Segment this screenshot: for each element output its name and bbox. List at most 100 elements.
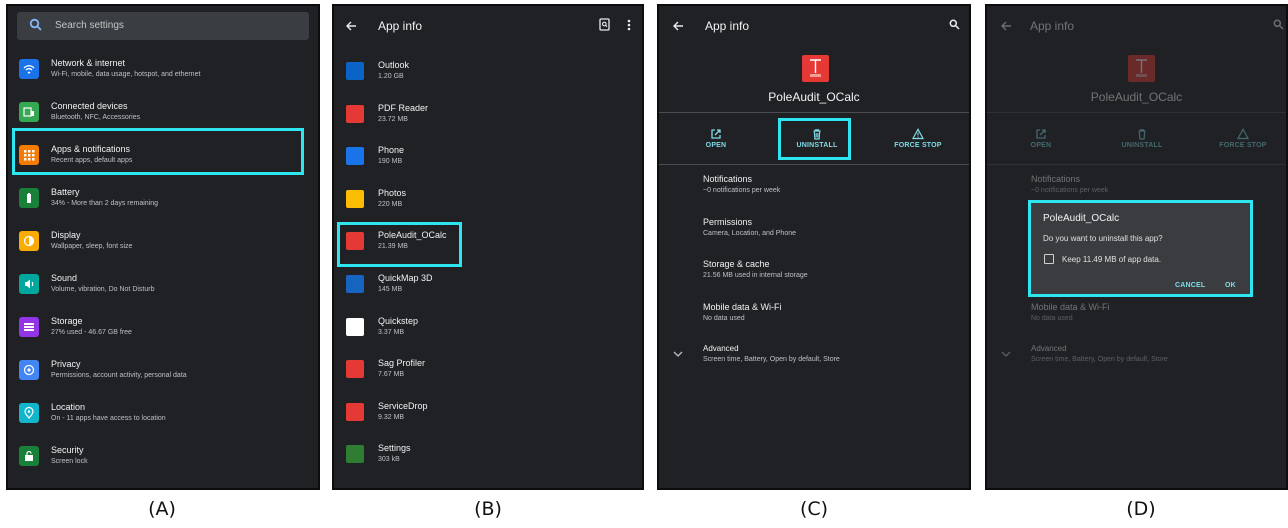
keep-data-checkbox[interactable] bbox=[1044, 254, 1054, 264]
devices-icon bbox=[19, 102, 39, 122]
search-settings-bar[interactable]: Search settings bbox=[17, 12, 309, 40]
settings-screen: Search settings Network & internet Wi-Fi,… bbox=[6, 4, 320, 490]
app-size: 9.32 MB bbox=[378, 413, 405, 421]
more-options-icon[interactable] bbox=[627, 19, 631, 31]
accounts-icon bbox=[19, 489, 39, 490]
caption-a: (A) bbox=[148, 498, 176, 520]
caption-c: (C) bbox=[799, 498, 829, 520]
app-name: Photos bbox=[378, 187, 407, 198]
display-icon bbox=[19, 231, 39, 251]
location-icon bbox=[19, 403, 39, 423]
warning-icon bbox=[1237, 128, 1249, 140]
settings-item-title: Privacy bbox=[51, 359, 81, 369]
settings-item-subtitle: 27% used - 46.67 GB free bbox=[51, 329, 132, 336]
app-name: Settings bbox=[378, 443, 411, 454]
settings-item-subtitle: Wi-Fi, mobile, data usage, hotspot, and … bbox=[51, 71, 201, 78]
storage-cache-item[interactable]: Storage & cache 21.56 MB used in internal… bbox=[703, 259, 808, 279]
app-item-quickstep[interactable]: Quickstep 3.37 MB bbox=[334, 306, 642, 348]
open-icon bbox=[1036, 129, 1046, 139]
keep-data-label[interactable]: Keep 11.49 MB of app data. bbox=[1062, 255, 1161, 264]
app-icon bbox=[346, 189, 364, 208]
app-name: Phone bbox=[378, 145, 405, 156]
settings-item-sound[interactable]: Sound Volume, vibration, Do Not Disturb bbox=[8, 265, 318, 307]
settings-item-battery[interactable]: Battery 34% - More than 2 days remaining bbox=[8, 179, 318, 221]
apps-notifications-highlight bbox=[12, 128, 304, 175]
settings-item-privacy[interactable]: Privacy Permissions, account activity, pe… bbox=[8, 351, 318, 393]
chevron-down-icon[interactable] bbox=[673, 351, 683, 357]
app-item-sag-profiler[interactable]: Sag Profiler 7.67 MB bbox=[334, 348, 642, 390]
poleaudit-app-icon bbox=[802, 55, 829, 82]
privacy-icon bbox=[19, 360, 39, 380]
back-arrow-icon[interactable] bbox=[672, 20, 684, 32]
app-icon bbox=[346, 104, 364, 123]
settings-item-storage[interactable]: Storage 27% used - 46.67 GB free bbox=[8, 308, 318, 350]
dialog-title: PoleAudit_OCalc bbox=[1043, 213, 1120, 224]
advanced-item[interactable]: Advanced Screen time, Battery, Open by de… bbox=[703, 344, 840, 363]
search-apps-icon[interactable] bbox=[599, 18, 610, 31]
app-icon bbox=[346, 275, 364, 293]
permissions-item[interactable]: Permissions Camera, Location, and Phone bbox=[703, 217, 796, 237]
app-item-photos[interactable]: Photos 220 MB bbox=[334, 178, 642, 220]
settings-item-title: Display bbox=[51, 230, 81, 240]
settings-item-title: Connected devices bbox=[51, 101, 128, 111]
app-list-screen: App info Outlook 1.20 GB PDF Reader 23.72 M… bbox=[332, 4, 644, 490]
app-item-quickmap-3d[interactable]: QuickMap 3D 145 MB bbox=[334, 263, 642, 305]
settings-item-accounts[interactable]: Accounts bbox=[8, 480, 318, 490]
app-item-outlook[interactable]: Outlook 1.20 GB bbox=[334, 50, 642, 92]
app-icon bbox=[346, 147, 364, 166]
open-icon bbox=[711, 129, 721, 139]
chevron-down-icon bbox=[1001, 351, 1011, 357]
app-name: Outlook bbox=[378, 60, 410, 70]
screen-title: App info bbox=[378, 19, 423, 33]
notifications-item[interactable]: Notifications ~0 notifications per week bbox=[703, 174, 780, 194]
cancel-button[interactable]: CANCEL bbox=[1175, 282, 1205, 289]
advanced-item: Advanced Screen time, Battery, Open by de… bbox=[1031, 344, 1168, 363]
security-icon bbox=[19, 446, 39, 466]
caption-d: (D) bbox=[1126, 498, 1156, 520]
settings-item-title: Network & internet bbox=[51, 58, 126, 68]
app-size: 7.67 MB bbox=[378, 371, 405, 379]
settings-item-network-internet[interactable]: Network & internet Wi-Fi, mobile, data us… bbox=[8, 50, 318, 92]
settings-item-display[interactable]: Display Wallpaper, sleep, font size bbox=[8, 222, 318, 264]
search-icon[interactable] bbox=[949, 19, 960, 30]
app-size: 3.37 MB bbox=[378, 328, 405, 336]
screen-title: App info bbox=[1030, 19, 1075, 33]
poleaudit-app-highlight bbox=[337, 222, 462, 267]
app-item-settings[interactable]: Settings 303 kB bbox=[334, 433, 642, 475]
app-size: 190 MB bbox=[378, 158, 403, 166]
app-item-pdf-reader[interactable]: PDF Reader 23.72 MB bbox=[334, 93, 642, 135]
app-item-phone[interactable]: Phone 190 MB bbox=[334, 135, 642, 177]
divider bbox=[659, 112, 969, 113]
wifi-icon bbox=[19, 59, 39, 79]
ok-button[interactable]: OK bbox=[1225, 282, 1236, 289]
app-size: 1.20 GB bbox=[378, 73, 404, 80]
app-info-screen: App info PoleAudit_OCalc OPEN UNINSTALL … bbox=[657, 4, 971, 490]
settings-item-title: Security bbox=[51, 445, 84, 455]
settings-item-subtitle: Screen lock bbox=[51, 458, 88, 465]
trash-icon bbox=[1138, 129, 1146, 140]
settings-item-title: Sound bbox=[51, 273, 78, 283]
back-arrow-icon bbox=[1001, 21, 1011, 31]
poleaudit-app-icon bbox=[1128, 55, 1155, 82]
settings-item-subtitle: Wallpaper, sleep, font size bbox=[51, 243, 133, 250]
settings-item-security[interactable]: Security Screen lock bbox=[8, 437, 318, 479]
app-icon bbox=[346, 445, 364, 464]
back-arrow-icon[interactable] bbox=[345, 20, 357, 32]
battery-icon bbox=[19, 188, 39, 208]
search-icon bbox=[1273, 19, 1284, 30]
notifications-item: Notifications ~0 notifications per week bbox=[1031, 174, 1109, 194]
settings-item-location[interactable]: Location On - 11 apps have access to loca… bbox=[8, 394, 318, 436]
settings-item-title: Accounts bbox=[51, 488, 88, 490]
search-icon bbox=[29, 18, 42, 31]
app-name: QuickMap 3D bbox=[378, 273, 433, 283]
settings-item-subtitle: Bluetooth, NFC, Accessories bbox=[51, 114, 141, 121]
app-size: 303 kB bbox=[378, 456, 400, 464]
app-item-servicedrop[interactable]: ServiceDrop 9.32 MB bbox=[334, 391, 642, 433]
divider bbox=[659, 164, 969, 165]
app-icon bbox=[346, 402, 364, 421]
mobile-data-item[interactable]: Mobile data & Wi-Fi No data used bbox=[703, 302, 782, 322]
search-placeholder: Search settings bbox=[55, 20, 124, 31]
sound-icon bbox=[19, 274, 39, 294]
settings-item-title: Battery bbox=[51, 187, 80, 197]
screen-title: App info bbox=[705, 19, 750, 33]
